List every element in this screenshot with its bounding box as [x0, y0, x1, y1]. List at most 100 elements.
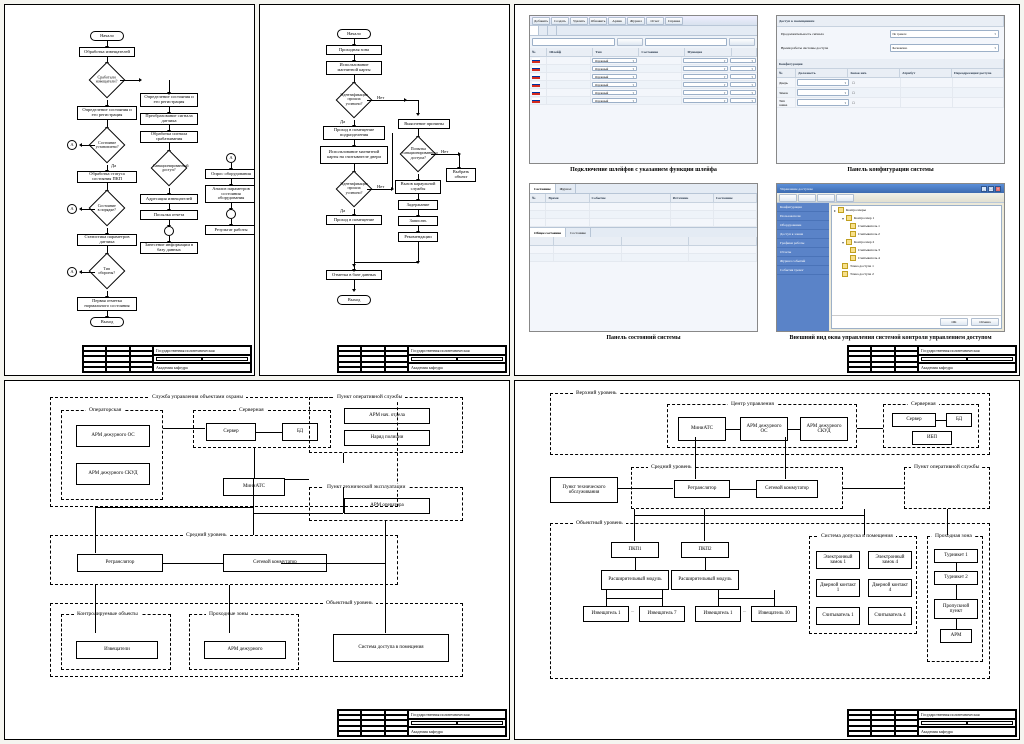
sidebar-item[interactable]: Оборудование [777, 221, 829, 230]
fc2-n3: Проход в помещение подразделения [323, 126, 385, 140]
fc1-conn-b2 [226, 209, 236, 219]
b1-g5: Объектный уровень Контролируемые объекты… [50, 603, 463, 677]
fc1-d3: Санкционированный доступ? [151, 150, 188, 187]
fc2-n11: Рекомендации [398, 232, 438, 242]
tree-item[interactable]: Считыватель 2 [832, 230, 1001, 238]
fc1-conn-a3: A [67, 204, 77, 214]
filter-input-2[interactable] [645, 38, 728, 46]
cancel-button[interactable]: Отмена [971, 318, 999, 326]
tb-btn[interactable]: Обновить [589, 17, 607, 25]
sidebar-item[interactable]: События тревог [777, 266, 829, 275]
caption-2: Панель конфигурации системы [847, 167, 933, 173]
tree-item[interactable]: Считыватель 4 [832, 254, 1001, 262]
tb-btn[interactable]: Удалить [570, 17, 588, 25]
fc1-n13: Статистика параметров датчика [77, 234, 137, 246]
tree-item[interactable]: ▾Контроллер 1 [832, 214, 1001, 222]
titleblock-3: Государственная политехническаяАкадемия … [847, 345, 1017, 373]
minimize-icon[interactable]: _ [981, 186, 987, 192]
fc2-n4: Использование магнитной карты на считыва… [320, 146, 388, 164]
mini-app-state: СостояниеЖурнал № Время Событие Источник… [529, 183, 758, 332]
tree-item[interactable]: Считыватель 3 [832, 246, 1001, 254]
fc2-end: Выход [337, 295, 371, 305]
tab[interactable]: Состояние [530, 184, 556, 193]
signal-select[interactable]: По тревоге [890, 30, 1000, 38]
fc2-start: Начало [337, 29, 371, 39]
titleblock-2: Государственная политехническаяАкадемия … [337, 345, 507, 373]
tab[interactable]: Журнал [556, 184, 577, 193]
tree-item[interactable]: Считыватель 1 [832, 222, 1001, 230]
fc1-n12: Занесение информации в базу данных [140, 242, 198, 254]
mini-app-loops: Добавить Создать Удалить Обновить Архив … [529, 15, 758, 164]
fc1-conn-a2: A [226, 153, 236, 163]
sidebar-item[interactable]: Конфигурация [777, 203, 829, 212]
tb-btn[interactable]: Добавить [532, 17, 550, 25]
label: Продолжительность сигнала [781, 32, 885, 36]
flag-icon [532, 58, 540, 63]
fc2-n7: Выяснение причины [398, 119, 450, 129]
tb-btn[interactable]: Журнал [627, 17, 645, 25]
filter-input[interactable] [532, 38, 615, 46]
sheets-container: Начало Обработка извещателей Сработали и… [4, 4, 1020, 740]
sheet-screenshots: Добавить Создать Удалить Обновить Архив … [514, 4, 1020, 376]
sidebar-item[interactable]: Пользователи [777, 212, 829, 221]
b1-g4: Средний уровень Ретранслятор Сетевой ком… [50, 535, 398, 585]
fc2-n9: Задержание [398, 200, 438, 210]
sidebar-item[interactable]: Доступ к зонам [777, 230, 829, 239]
func-select[interactable] [683, 58, 728, 63]
fc2-n12: Выбрать объект [446, 168, 476, 182]
fc2-n10: Записать [398, 216, 438, 226]
sidebar-nav: Конфигурация Пользователи Оборудование Д… [777, 203, 829, 331]
type-select[interactable]: Охранный [592, 58, 637, 63]
time-select[interactable]: Бесконечно [890, 44, 1000, 52]
fc1-n8: Опрос оборудования [205, 169, 255, 179]
filter-apply[interactable] [617, 38, 643, 46]
sidebar-item[interactable]: Журнал событий [777, 257, 829, 266]
titleblock-4: Государственная политехническаяАкадемия … [337, 709, 507, 737]
sheet-flowchart-2: Начало Проходная зона Использование магн… [259, 4, 510, 376]
tb-btn[interactable]: Создать [551, 17, 569, 25]
flag-icon [532, 82, 540, 87]
fc1-conn-b1 [164, 226, 174, 236]
tb-btn[interactable]: Отчет [646, 17, 664, 25]
titleblock-1: Государственная политехническаяАкадемия … [82, 345, 252, 373]
sidebar-item[interactable]: Отчеты [777, 248, 829, 257]
fc2-n8: Вызов караульной службы [395, 180, 441, 194]
tb-btn[interactable]: Архив [608, 17, 626, 25]
sheet-flowchart-1: Начало Обработка извещателей Сработали и… [4, 4, 255, 376]
fc1-n1: Обработка извещателей [79, 47, 135, 57]
flag-icon [532, 98, 540, 103]
fc1-d5: Тип обороны? [89, 253, 126, 290]
fc1-n4: Преобразование сигнала датчика [140, 113, 198, 125]
maximize-icon[interactable]: □ [988, 186, 994, 192]
tree-item[interactable]: ▸Контроллеры [832, 206, 1001, 214]
titleblock-5: Государственная политехническаяАкадемия … [847, 709, 1017, 737]
sheet-block-1: Служба управления объектами охраны Опера… [4, 380, 510, 740]
mini-app-access-window: Управление доступом _ □ × Конфигурация П… [776, 183, 1005, 332]
b2-g2r: Пункт оперативной службы [904, 467, 990, 509]
sidebar-item[interactable]: Графики работы [777, 239, 829, 248]
sheet-block-2: Верхний уровень Центр управления МиниАТС… [514, 380, 1020, 740]
fc1-n10: Результат работы [205, 225, 255, 235]
ok-button[interactable]: OK [940, 318, 968, 326]
tb-btn[interactable]: Справка [665, 17, 683, 25]
tree-item[interactable]: ▾Контроллер 2 [832, 238, 1001, 246]
filter-apply-2[interactable] [729, 38, 755, 46]
close-icon[interactable]: × [995, 186, 1001, 192]
tree-item[interactable]: Точка доступа 1 [832, 262, 1001, 270]
window-titlebar[interactable]: Управление доступом _ □ × [777, 184, 1004, 193]
caption-3: Панель состояний системы [606, 335, 680, 341]
flag-icon [532, 74, 540, 79]
label: Время работы системы доступа [781, 46, 885, 50]
flag-icon [532, 66, 540, 71]
mini-app-config: Доступ к помещениям Продолжительность си… [776, 15, 1005, 164]
fc1-n6: Обработка статуса состояния ПКП [77, 171, 137, 183]
b2-g1: Верхний уровень Центр управления МиниАТС… [550, 393, 990, 455]
fc1-end: Выход [90, 317, 124, 327]
fc2-n2: Использование магнитной карты [326, 61, 382, 75]
fc1-conn-a1: A [67, 140, 77, 150]
caption-1: Подключение шлейфов с указанием функции … [570, 167, 717, 173]
fc1-n2: Определение состояния и его регистрация [77, 106, 137, 120]
caption-4: Внешний вид окна управления системой кон… [789, 335, 991, 341]
tree-item[interactable]: Точка доступа 2 [832, 270, 1001, 278]
flag-icon [532, 90, 540, 95]
